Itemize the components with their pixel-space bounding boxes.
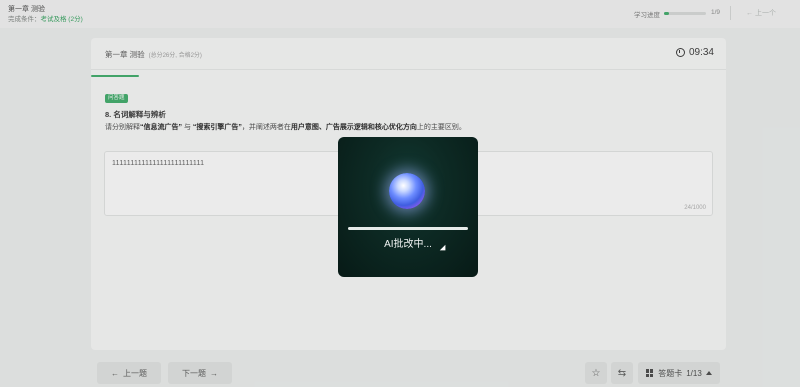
ai-orb-icon [389,173,425,209]
loading-bar [348,227,468,230]
ai-grading-modal: AI批改中... [338,137,478,277]
ai-grading-status: AI批改中... [384,239,432,250]
